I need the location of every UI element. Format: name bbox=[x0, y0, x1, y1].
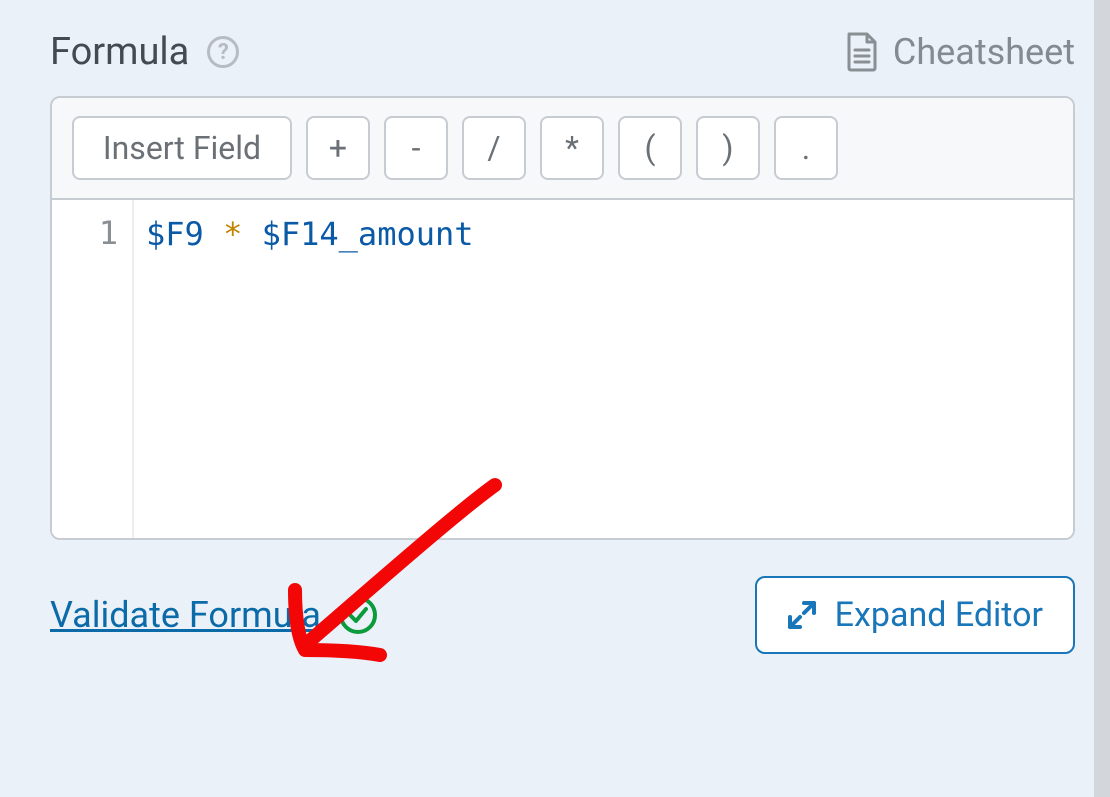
op-lparen-button[interactable]: ( bbox=[618, 116, 682, 180]
header-left: Formula ? bbox=[50, 30, 239, 74]
checkmark-icon bbox=[339, 596, 377, 634]
line-gutter: 1 bbox=[52, 200, 134, 538]
scrollbar[interactable] bbox=[1094, 0, 1110, 797]
op-divide-button[interactable]: / bbox=[462, 116, 526, 180]
expand-editor-label: Expand Editor bbox=[835, 595, 1043, 635]
op-subtract-button[interactable]: - bbox=[384, 116, 448, 180]
editor-box: Insert Field + - / * ( ) . 1 $F9 * $F14_… bbox=[50, 96, 1075, 540]
code-area[interactable]: 1 $F9 * $F14_amount bbox=[52, 200, 1073, 538]
token-variable: $F14_amount bbox=[262, 215, 474, 253]
line-number: 1 bbox=[52, 214, 118, 252]
validate-formula-link[interactable]: Validate Formula bbox=[50, 594, 321, 636]
insert-field-button[interactable]: Insert Field bbox=[72, 116, 292, 180]
op-dot-button[interactable]: . bbox=[774, 116, 838, 180]
section-title: Formula bbox=[50, 30, 189, 74]
editor-toolbar: Insert Field + - / * ( ) . bbox=[52, 98, 1073, 200]
document-icon bbox=[845, 32, 879, 72]
formula-editor-panel: Formula ? Cheatsheet Insert Field + - / … bbox=[0, 0, 1110, 797]
footer: Validate Formula Expand Editor bbox=[50, 576, 1075, 654]
cheatsheet-label: Cheatsheet bbox=[893, 31, 1075, 73]
footer-left: Validate Formula bbox=[50, 594, 377, 636]
header: Formula ? Cheatsheet bbox=[50, 30, 1075, 74]
op-rparen-button[interactable]: ) bbox=[696, 116, 760, 180]
code-content[interactable]: $F9 * $F14_amount bbox=[134, 200, 1073, 538]
expand-icon bbox=[787, 600, 817, 630]
token-operator: * bbox=[223, 215, 242, 253]
token-variable: $F9 bbox=[146, 215, 204, 253]
help-icon[interactable]: ? bbox=[207, 36, 239, 68]
op-add-button[interactable]: + bbox=[306, 116, 370, 180]
op-multiply-button[interactable]: * bbox=[540, 116, 604, 180]
expand-editor-button[interactable]: Expand Editor bbox=[755, 576, 1075, 654]
cheatsheet-link[interactable]: Cheatsheet bbox=[845, 31, 1075, 73]
